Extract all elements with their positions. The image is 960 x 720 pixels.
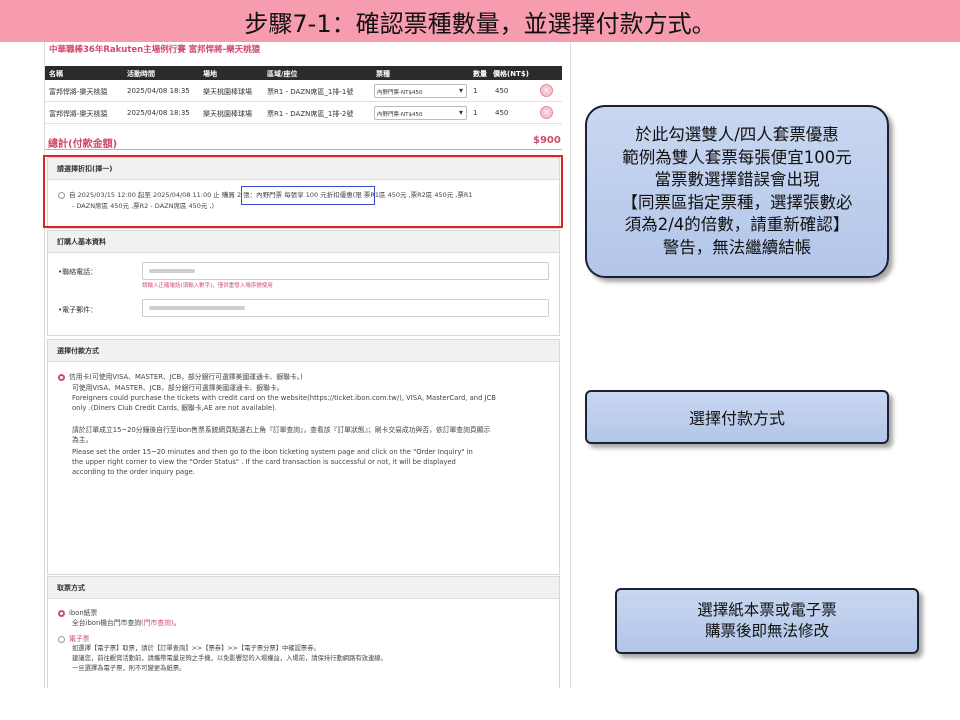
pickup-option-eticket[interactable]: 電子票	[58, 634, 89, 644]
callout-line: 於此勾選雙人/四人套票優惠	[635, 125, 839, 144]
col-venue: 場地	[203, 70, 217, 78]
payment-desc-line: only .(Diners Club Credit Cards, 銀聯卡,AE …	[72, 404, 277, 412]
cell-qty: 1	[473, 109, 478, 117]
event-title: 中華職棒36年Rakuten主場例行賽 富邦悍將-樂天桃猿	[49, 45, 261, 55]
payment-desc-line: 為主。	[72, 436, 93, 444]
col-ticket-type: 票種	[376, 70, 390, 78]
cell-time: 2025/04/08 18:35	[127, 87, 190, 95]
phone-label: •聯絡電話：	[58, 268, 98, 276]
col-qty: 數量	[473, 70, 487, 78]
col-time: 活動時間	[127, 70, 155, 78]
radio-selected-icon[interactable]	[58, 373, 65, 381]
payment-section: 選擇付款方式 信用卡(可使用VISA、MASTER、JCB，部分銀行可選擇美國運…	[47, 339, 560, 575]
payment-option-label: 信用卡(可使用VISA、MASTER、JCB，部分銀行可選擇美國運通卡、銀聯卡。…	[69, 373, 303, 381]
eticket-desc-line: 如選擇【電子票】取票，請於【訂單查詢】>>【票券】>>【電子票分票】中確認票券。	[72, 645, 320, 652]
callout-line: 選擇付款方式	[688, 409, 785, 428]
callout-line: 警告，無法繼續結帳	[662, 237, 812, 257]
email-input[interactable]	[142, 299, 549, 317]
discount-terms-highlight-box	[241, 186, 375, 205]
payment-desc-line: according to the order inquiry page.	[72, 468, 195, 476]
col-seat: 區域/座位	[267, 70, 298, 78]
buyer-section: 訂購人基本資料 •聯絡電話： 請輸入正確電話(須輸入數字)，僅供重發入場序號使用…	[47, 230, 560, 336]
callout-line: 範例為雙人套票每張便宜100元	[622, 147, 852, 167]
phone-hint: 請輸入正確電話(須輸入數字)，僅供重發入場序號使用	[142, 283, 273, 289]
payment-desc-line: 請於訂單成立15~20分鐘後自行至ibon售票系統網頁點選右上角『訂單查詢』，查…	[72, 426, 491, 434]
buyer-heading: 訂購人基本資料	[48, 231, 559, 253]
slide-title-bar: 步驟7-1：確認票種數量，並選擇付款方式。	[0, 0, 960, 42]
payment-desc-line: 可使用VISA、MASTER、JCB，部分銀行可選擇美國運通卡、銀聯卡。	[72, 384, 284, 392]
callout-line: 選擇紙本票或電子票	[697, 601, 837, 619]
callout-discount-note: 於此勾選雙人/四人套票優惠 範例為雙人套票每張便宜100元 當票數選擇錯誤會出現…	[585, 105, 889, 278]
total-value: $900	[533, 135, 561, 146]
cell-qty: 1	[473, 87, 478, 95]
callout-line: 須為2/4的倍數，請重新確認】	[624, 215, 850, 234]
store-search-link[interactable]: (門市查詢)	[141, 619, 174, 627]
callout-line: 當票數選擇錯誤會出現	[654, 170, 820, 189]
total-divider	[45, 134, 562, 150]
payment-heading: 選擇付款方式	[48, 340, 559, 362]
ticket-table-header: 名稱 活動時間 場地 區域/座位 票種 數量 價格(NT$)	[45, 66, 562, 80]
pickup-option-paper[interactable]: ibon紙票	[58, 608, 97, 618]
radio-icon[interactable]	[58, 635, 65, 643]
pickup-option-paper-label: ibon紙票	[69, 609, 98, 617]
table-row: 富邦悍將-樂天桃猿 2025/04/08 18:35 樂天桃園棒球場 票R1 -…	[45, 102, 562, 124]
email-label: •電子郵件：	[58, 306, 98, 314]
eticket-desc-line: 建議您，前往觀賞活動前，請攜帶電量足夠之手機，以免影響您的入場權益，入場前，請保…	[72, 655, 387, 662]
pickup-paper-desc: 全台ibon機台門市查詢(門市查詢)。	[72, 618, 180, 628]
pickup-paper-desc-end: 。	[173, 619, 181, 627]
callout-pickup-note: 選擇紙本票或電子票 購票後即無法修改	[615, 588, 919, 654]
pickup-heading: 取票方式	[48, 577, 559, 599]
cell-name: 富邦悍將-樂天桃猿	[49, 110, 108, 118]
col-price: 價格(NT$)	[493, 70, 529, 78]
pickup-paper-desc-text: 全台ibon機台門市查詢	[72, 619, 142, 627]
callout-payment-note: 選擇付款方式	[585, 390, 889, 444]
radio-selected-icon[interactable]	[58, 609, 65, 617]
slide-title: 步驟7-1：確認票種數量，並選擇付款方式。	[244, 9, 716, 38]
pickup-section: 取票方式 ibon紙票 全台ibon機台門市查詢(門市查詢)。 電子票 如選擇【…	[47, 576, 560, 688]
total-label: 總計(付款金額)	[48, 139, 118, 150]
ticket-type-select[interactable]: 內野門票-NT$450	[374, 84, 467, 98]
cell-time: 2025/04/08 18:35	[127, 109, 190, 117]
cell-venue: 樂天桃園棒球場	[203, 88, 252, 96]
pickup-option-eticket-label: 電子票	[69, 635, 90, 643]
checkout-screenshot: 中華職棒36年Rakuten主場例行賽 富邦悍將-樂天桃猿 名稱 活動時間 場地…	[44, 42, 571, 688]
cell-seat: 票R1 - DAZN席區_1排-2號	[267, 110, 354, 118]
cell-venue: 樂天桃園棒球場	[203, 110, 252, 118]
remove-icon[interactable]: ✕	[540, 84, 553, 97]
payment-desc-line: Please set the order 15~20 minutes and t…	[72, 448, 473, 456]
cell-price: 450	[495, 109, 509, 117]
payment-desc-line: Foreigners could purchase the tickets wi…	[72, 394, 496, 402]
eticket-desc-line: 一旦選擇為電子票，則不可變更為紙票。	[72, 665, 186, 672]
col-name: 名稱	[49, 70, 63, 78]
callout-line: 購票後即無法修改	[704, 622, 829, 640]
callout-line: 【同票區指定票種，選擇張數必	[621, 192, 853, 212]
remove-icon[interactable]: ✕	[540, 106, 553, 119]
slide: 步驟7-1：確認票種數量，並選擇付款方式。 中華職棒36年Rakuten主場例行…	[0, 0, 960, 720]
payment-option-credit-card[interactable]: 信用卡(可使用VISA、MASTER、JCB，部分銀行可選擇美國運通卡、銀聯卡。…	[58, 372, 303, 382]
cell-name: 富邦悍將-樂天桃猿	[49, 88, 108, 96]
payment-desc-line: the upper right corner to view the "Orde…	[72, 458, 456, 466]
cell-price: 450	[495, 87, 509, 95]
phone-input[interactable]	[142, 262, 549, 280]
table-row: 富邦悍將-樂天桃猿 2025/04/08 18:35 樂天桃園棒球場 票R1 -…	[45, 80, 562, 102]
cell-seat: 票R1 - DAZN席區_1排-1號	[267, 88, 354, 96]
ticket-type-select[interactable]: 內野門票-NT$450	[374, 106, 467, 120]
